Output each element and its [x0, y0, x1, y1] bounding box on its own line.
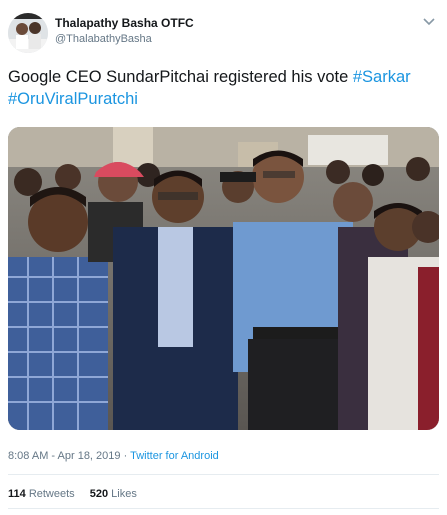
- author-block: Thalapathy Basha OTFC @ThalabathyBasha: [55, 16, 194, 45]
- author-display-name[interactable]: Thalapathy Basha OTFC: [55, 16, 194, 30]
- likes-count: 520: [89, 488, 109, 500]
- photo-group-of-people: [8, 127, 439, 430]
- divider: [8, 474, 439, 475]
- tweet-body-text: Google CEO SundarPitchai registered his …: [8, 68, 353, 86]
- chevron-down-icon: [423, 18, 435, 26]
- hashtag-link[interactable]: #OruViralPuratchi: [8, 90, 138, 108]
- retweets-count: 114: [8, 488, 26, 500]
- tweet-card: Thalapathy Basha OTFC @ThalabathyBasha G…: [0, 0, 447, 515]
- tweet-stats: 114 Retweets 520 Likes: [8, 488, 149, 500]
- tweet-meta: 8:08 AM - Apr 18, 2019 · Twitter for And…: [8, 450, 219, 462]
- retweets-label: Retweets: [28, 488, 75, 500]
- meta-separator: ·: [120, 450, 131, 462]
- likes-label: Likes: [111, 488, 137, 500]
- tweet-photo[interactable]: [8, 127, 439, 430]
- divider: [8, 508, 439, 509]
- likes-stat[interactable]: 520 Likes: [90, 488, 137, 500]
- author-handle[interactable]: @ThalabathyBasha: [55, 33, 194, 45]
- hashtag-link[interactable]: #Sarkar: [353, 68, 411, 86]
- tweet-source-link[interactable]: Twitter for Android: [130, 450, 219, 462]
- tweet-text: Google CEO SundarPitchai registered his …: [8, 66, 438, 110]
- author-avatar[interactable]: [8, 13, 48, 53]
- tweet-menu-button[interactable]: [421, 14, 437, 30]
- tweet-timestamp[interactable]: 8:08 AM - Apr 18, 2019: [8, 450, 121, 462]
- retweets-stat[interactable]: 114 Retweets: [8, 488, 75, 500]
- avatar-image: [8, 13, 48, 53]
